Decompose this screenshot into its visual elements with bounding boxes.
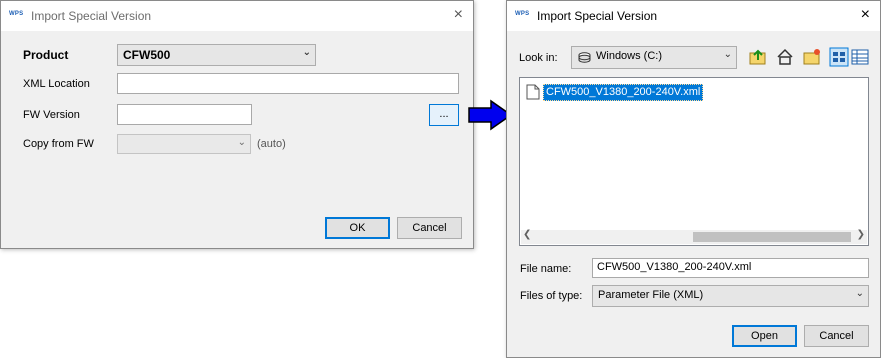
cancel-button[interactable]: Cancel	[397, 217, 462, 239]
product-label: Product	[23, 48, 69, 62]
chevron-down-icon: ⌄	[302, 47, 311, 58]
file-name-label: File name:	[520, 263, 572, 275]
browse-button[interactable]: ...	[429, 104, 459, 126]
look-in-label: Look in:	[519, 52, 558, 64]
files-of-type-value: Parameter File (XML)	[598, 289, 704, 301]
list-item[interactable]: CFW500_V1380_200-240V.xml	[526, 83, 704, 101]
chevron-down-icon: ⌄	[855, 288, 864, 299]
product-select[interactable]: CFW500 ⌄	[117, 44, 316, 66]
import-special-version-dialog: WPS Import Special Version × Product CFW…	[0, 0, 474, 249]
scroll-left-icon[interactable]: ❮	[523, 229, 531, 240]
wps-logo-icon: WPS	[9, 11, 24, 17]
product-select-value: CFW500	[123, 48, 171, 62]
close-icon[interactable]: ×	[861, 6, 870, 24]
file-chooser-dialog: WPS Import Special Version × Look in: Wi…	[506, 0, 881, 358]
list-view-icon[interactable]	[829, 47, 849, 67]
home-icon[interactable]	[775, 47, 795, 67]
copy-from-fw-label: Copy from FW	[23, 138, 94, 150]
xml-location-field[interactable]	[117, 73, 459, 94]
file-name-field[interactable]: CFW500_V1380_200-240V.xml	[592, 258, 869, 278]
title-bar: WPS Import Special Version ×	[507, 1, 880, 31]
copy-from-fw-select[interactable]: ⌄	[117, 134, 251, 154]
scroll-right-icon[interactable]: ❯	[857, 229, 865, 240]
dialog-title: Import Special Version	[537, 9, 658, 23]
horizontal-scrollbar[interactable]: ❮ ❯	[521, 229, 867, 244]
open-button[interactable]: Open	[732, 325, 797, 347]
chevron-down-icon: ⌄	[237, 137, 246, 148]
wps-logo-icon: WPS	[515, 11, 530, 17]
dialog-title: Import Special Version	[31, 9, 152, 23]
look-in-select[interactable]: Windows (C:) ⌄	[571, 46, 737, 69]
file-name-item: CFW500_V1380_200-240V.xml	[543, 83, 704, 101]
files-of-type-select[interactable]: Parameter File (XML) ⌄	[592, 285, 869, 307]
ok-button[interactable]: OK	[325, 217, 390, 239]
close-icon[interactable]: ×	[454, 6, 463, 24]
cancel-button[interactable]: Cancel	[804, 325, 869, 347]
scrollbar-thumb[interactable]	[693, 232, 851, 242]
drive-icon	[578, 52, 591, 63]
auto-text: (auto)	[257, 138, 286, 150]
title-bar: WPS Import Special Version ×	[1, 1, 473, 31]
file-icon	[526, 84, 540, 100]
fw-version-label: FW Version	[23, 109, 80, 121]
look-in-value: Windows (C:)	[596, 50, 663, 62]
files-of-type-label: Files of type:	[520, 290, 583, 302]
fw-version-field[interactable]	[117, 104, 252, 125]
details-view-icon[interactable]	[850, 47, 870, 67]
new-folder-icon[interactable]	[802, 47, 822, 67]
xml-location-label: XML Location	[23, 78, 90, 90]
up-folder-icon[interactable]	[748, 47, 768, 67]
chevron-down-icon: ⌄	[723, 49, 732, 60]
file-list[interactable]: CFW500_V1380_200-240V.xml ❮ ❯	[519, 77, 869, 246]
